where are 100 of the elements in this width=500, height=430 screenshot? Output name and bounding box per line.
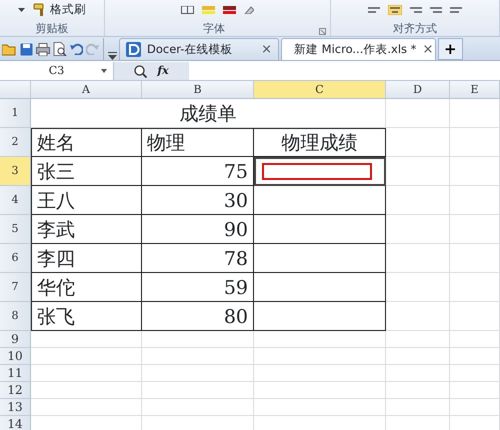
align-center-icon[interactable] <box>388 5 402 15</box>
row-header[interactable]: 12 <box>0 382 31 399</box>
header-cell[interactable]: 物理 <box>142 128 254 157</box>
row-header[interactable]: 8 <box>0 302 31 331</box>
table-cell[interactable] <box>254 273 386 302</box>
row-header[interactable]: 2 <box>0 128 31 157</box>
column-header[interactable]: A <box>31 81 142 99</box>
empty-cell[interactable] <box>386 157 450 186</box>
empty-cell[interactable] <box>254 382 386 399</box>
empty-cell[interactable] <box>142 382 254 399</box>
row-header[interactable]: 7 <box>0 273 31 302</box>
new-tab-button[interactable]: + <box>438 38 463 60</box>
document-tab[interactable]: 新建 Micro...作表.xls * × <box>281 38 436 60</box>
empty-cell[interactable] <box>386 331 450 348</box>
column-header[interactable]: B <box>142 81 254 99</box>
empty-cell[interactable] <box>142 365 254 382</box>
empty-cell[interactable] <box>254 399 386 416</box>
empty-cell[interactable] <box>142 348 254 365</box>
empty-cell[interactable] <box>450 399 500 416</box>
column-header[interactable]: D <box>386 81 450 99</box>
empty-cell[interactable] <box>386 273 450 302</box>
customize-menu-icon[interactable] <box>108 52 117 60</box>
row-header[interactable]: 10 <box>0 348 31 365</box>
row-header[interactable]: 6 <box>0 244 31 273</box>
empty-cell[interactable] <box>450 273 500 302</box>
border-icon[interactable] <box>181 6 194 14</box>
table-cell[interactable]: 80 <box>142 302 254 331</box>
table-cell[interactable]: 78 <box>142 244 254 273</box>
empty-cell[interactable] <box>450 365 500 382</box>
table-cell[interactable] <box>254 215 386 244</box>
row-header[interactable]: 13 <box>0 399 31 416</box>
eraser-icon[interactable] <box>244 6 254 14</box>
empty-cell[interactable] <box>386 365 450 382</box>
dialog-launcher-icon[interactable] <box>319 28 326 35</box>
table-cell[interactable]: 59 <box>142 273 254 302</box>
print-icon[interactable] <box>36 42 50 56</box>
row-header[interactable]: 1 <box>0 99 31 128</box>
empty-cell[interactable] <box>450 215 500 244</box>
indent-icon[interactable] <box>430 6 442 14</box>
empty-cell[interactable] <box>386 399 450 416</box>
empty-cell[interactable] <box>386 302 450 331</box>
empty-cell[interactable] <box>386 382 450 399</box>
print-preview-icon[interactable] <box>53 42 67 56</box>
dropdown-caret-icon[interactable] <box>101 69 107 73</box>
row-header[interactable]: 4 <box>0 186 31 215</box>
font-color-icon[interactable] <box>223 6 236 14</box>
insert-function-button[interactable]: fx <box>157 62 169 80</box>
align-left-icon[interactable] <box>368 6 380 14</box>
table-cell[interactable]: 75 <box>142 157 254 186</box>
header-cell[interactable]: 物理成绩 <box>254 128 386 157</box>
close-tab-button[interactable]: × <box>261 43 272 56</box>
empty-cell[interactable] <box>450 157 500 186</box>
table-cell[interactable]: 90 <box>142 215 254 244</box>
empty-cell[interactable] <box>142 399 254 416</box>
highlight-icon[interactable] <box>202 6 215 14</box>
empty-cell[interactable] <box>386 215 450 244</box>
empty-cell[interactable] <box>142 331 254 348</box>
row-header[interactable]: 9 <box>0 331 31 348</box>
document-tab[interactable]: Docer-在线模板 × <box>119 38 279 60</box>
table-cell[interactable] <box>254 302 386 331</box>
table-cell[interactable]: 王八 <box>31 186 142 215</box>
empty-cell[interactable] <box>450 302 500 331</box>
table-cell[interactable]: 李武 <box>31 215 142 244</box>
empty-cell[interactable] <box>450 128 500 157</box>
header-cell[interactable]: 姓名 <box>31 128 142 157</box>
row-header[interactable]: 3 <box>0 157 31 186</box>
empty-cell[interactable] <box>450 348 500 365</box>
empty-cell[interactable] <box>450 331 500 348</box>
table-cell[interactable] <box>254 244 386 273</box>
column-header[interactable]: C <box>254 81 386 99</box>
table-cell[interactable]: 华佗 <box>31 273 142 302</box>
folder-icon[interactable] <box>2 42 17 56</box>
row-header[interactable]: 11 <box>0 365 31 382</box>
close-tab-button[interactable]: × <box>422 43 434 56</box>
outdent-icon[interactable] <box>450 6 462 14</box>
format-painter-button[interactable]: 格式刷 <box>33 1 86 19</box>
empty-cell[interactable] <box>450 186 500 215</box>
row-header[interactable]: 14 <box>0 416 31 430</box>
row-header[interactable]: 5 <box>0 215 31 244</box>
zoom-icon[interactable] <box>134 64 148 78</box>
empty-cell[interactable] <box>254 348 386 365</box>
table-cell[interactable]: 李四 <box>31 244 142 273</box>
title-cell[interactable]: 成绩单 <box>31 99 386 128</box>
empty-cell[interactable] <box>450 382 500 399</box>
table-cell[interactable]: 张飞 <box>31 302 142 331</box>
undo-icon[interactable] <box>70 43 83 55</box>
caret-icon[interactable] <box>18 8 25 12</box>
select-all-corner[interactable] <box>0 81 31 99</box>
empty-cell[interactable] <box>450 99 500 128</box>
table-cell[interactable]: 30 <box>142 186 254 215</box>
empty-cell[interactable] <box>386 99 450 128</box>
table-cell[interactable] <box>254 157 386 186</box>
empty-cell[interactable] <box>386 244 450 273</box>
table-cell[interactable]: 张三 <box>31 157 142 186</box>
empty-cell[interactable] <box>254 365 386 382</box>
empty-cell[interactable] <box>254 331 386 348</box>
save-icon[interactable] <box>20 42 33 56</box>
empty-cell[interactable] <box>450 244 500 273</box>
empty-cell[interactable] <box>386 348 450 365</box>
align-right-icon[interactable] <box>410 6 422 14</box>
